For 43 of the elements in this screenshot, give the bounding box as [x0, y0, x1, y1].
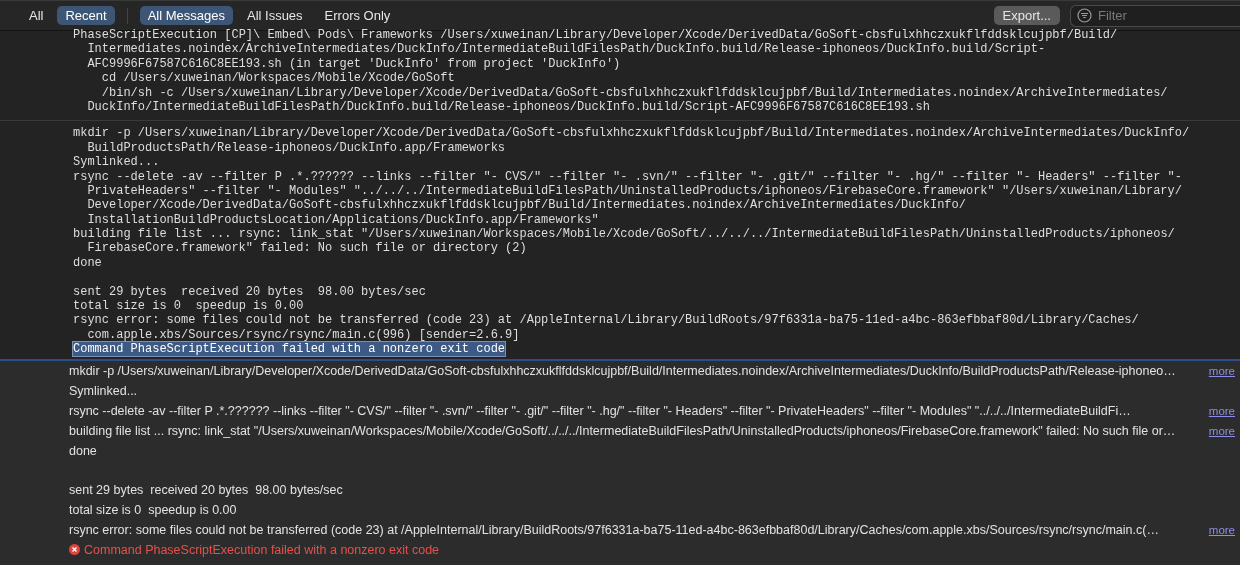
log-line: com.apple.xbs/Sources/rsync/rsync/main.c(996) [sender=2.6.9] [87, 327, 520, 342]
log-line: rsync error: some files could not be transferred (code 23) at /AppleInternal/Library/BuildRoots/97f6331a-ba75-11ed-a4bc-863efbbaf80d/Library/Caches/ [73, 313, 1139, 328]
log-line: building file list ... rsync: link_stat "/Users/xuweinan/Workspaces/Mobile/Xcode/GoSoft/../../../IntermediateBuildFilesPath/UninstalledProducts/iphoneos/ [73, 227, 1175, 242]
log-line: rsync --delete -av --filter P .*.?????? --links --filter "- CVS/" --filter "- .svn/" --filter "- .git/" --filter "- .hg/" --filter "- Headers" --filter "- [73, 169, 1182, 184]
more-link[interactable]: more [1208, 523, 1235, 536]
error-icon [69, 544, 80, 556]
log-line: InstallationBuildProductsLocation/Applications/DuckInfo.app/Frameworks" [87, 212, 599, 227]
message-text: done [69, 443, 97, 458]
log-line: Symlinked... [73, 155, 160, 170]
filter-input[interactable]: Filter [1098, 8, 1218, 23]
filter-field[interactable]: Filter [1070, 4, 1240, 27]
message-text: rsync error: some files could not be transferred (code 23) at /AppleInternal/Library/BuildRoots/97f6331a-ba75-11ed-a4bc-863efbbaf80d/Library/Caches/com.apple.xbs/Sources/rsync/rsync/main.c(… [69, 522, 1159, 537]
message-text: sent 29 bytes received 20 bytes 98.00 bytes/sec [69, 483, 343, 498]
log-line: total size is 0 speedup is 0.00 [73, 299, 304, 314]
log-line: BuildProductsPath/Release-iphoneos/DuckInfo.app/Frameworks [87, 140, 506, 155]
scope-tab[interactable]: All [21, 6, 52, 25]
more-link[interactable]: more [1208, 365, 1235, 378]
log-line: cd /Users/xuweinan/Workspaces/Mobile/Xcode/GoSoft [101, 71, 455, 86]
message-text: total size is 0 speedup is 0.00 [69, 503, 237, 518]
filter-tab[interactable]: All Messages [139, 6, 233, 25]
log-line: /bin/sh -c /Users/xuweinan/Library/Developer/Xcode/DerivedData/GoSoft-cbsfulxhhczxukflfddsklcujpbf/Build/Intermediates.noindex/ArchiveIntermediates/ [101, 85, 1168, 100]
log-line: PrivateHeaders" --filter "- Modules" "../../../IntermediateBuildFilesPath/UninstalledProducts/iphoneos/FirebaseCore.framework" "/Users/xuweinan/Library/ [87, 183, 1182, 198]
log-line: Developer/Xcode/DerivedData/GoSoft-cbsfulxhhczxukflfddsklcujpbf/Build/Intermediates.noindex/ArchiveIntermediates/DuckInfo/ [87, 198, 966, 213]
log-line: AFC9996F67587C616C8EE193.sh (in target 'DuckInfo' from project 'DuckInfo') [87, 56, 621, 71]
filter-tab[interactable]: Errors Only [316, 6, 399, 25]
message-text: mkdir -p /Users/xuweinan/Library/Developer/Xcode/DerivedData/GoSoft-cbsfulxhhczxukflfddsklcujpbf/Build/Intermediates.noindex/ArchiveIntermediates/DuckInfo/BuildProductsPath/Release-iphoneo… [69, 364, 1176, 379]
log-line: DuckInfo/IntermediateBuildFilesPath/DuckInfo.build/Release-iphoneos/DuckInfo.build/Script-AFC9996F67587C616C8EE193.sh [87, 99, 930, 114]
filter-icon [1077, 8, 1092, 23]
log-line: Intermediates.noindex/ArchiveIntermediates/DuckInfo/IntermediateBuildFilesPath/DuckInfo.build/Release-iphoneos/DuckInfo.build/Script- [87, 42, 1046, 57]
log-line: FirebaseCore.framework" failed: No such file or directory (2) [87, 241, 527, 256]
more-link[interactable]: more [1208, 424, 1235, 437]
more-link[interactable]: more [1208, 405, 1235, 418]
log-line: mkdir -p /Users/xuweinan/Library/Developer/Xcode/DerivedData/GoSoft-cbsfulxhhczxukflfddsklcujpbf/Build/Intermediates.noindex/ArchiveIntermediates/DuckInfo/ [73, 126, 1190, 141]
message-text: Command PhaseScriptExecution failed with a nonzero exit code [84, 542, 440, 557]
log-line: done [73, 255, 102, 270]
scope-tab[interactable]: Recent [57, 6, 115, 25]
message-text: rsync --delete -av --filter P .*.?????? --links --filter "- CVS/" --filter "- .svn/" --filter "- .git/" --filter "- .hg/" --filter "- Headers" --filter "- PrivateHeaders" --filter "- Modules" "../../../IntermediateBuildFi… [69, 404, 1131, 419]
message-text: Symlinked... [69, 384, 138, 399]
message-text: building file list ... rsync: link_stat "/Users/xuweinan/Workspaces/Mobile/Xcode/GoSoft/../../../IntermediateBuildFilesPath/UninstalledProducts/iphoneos/FirebaseCore.framework" failed: No such file or… [69, 423, 1176, 438]
export-button[interactable]: Export... [993, 6, 1060, 25]
log-line: sent 29 bytes received 20 bytes 98.00 bytes/sec [73, 284, 426, 299]
filter-tab[interactable]: All Issues [238, 6, 311, 25]
log-line: PhaseScriptExecution [CP]\ Embed\ Pods\ Frameworks /Users/xuweinan/Library/Developer/Xcode/DerivedData/GoSoft-cbsfulxhhczxukflfddsklcujpbf/Build/ [73, 28, 1118, 42]
